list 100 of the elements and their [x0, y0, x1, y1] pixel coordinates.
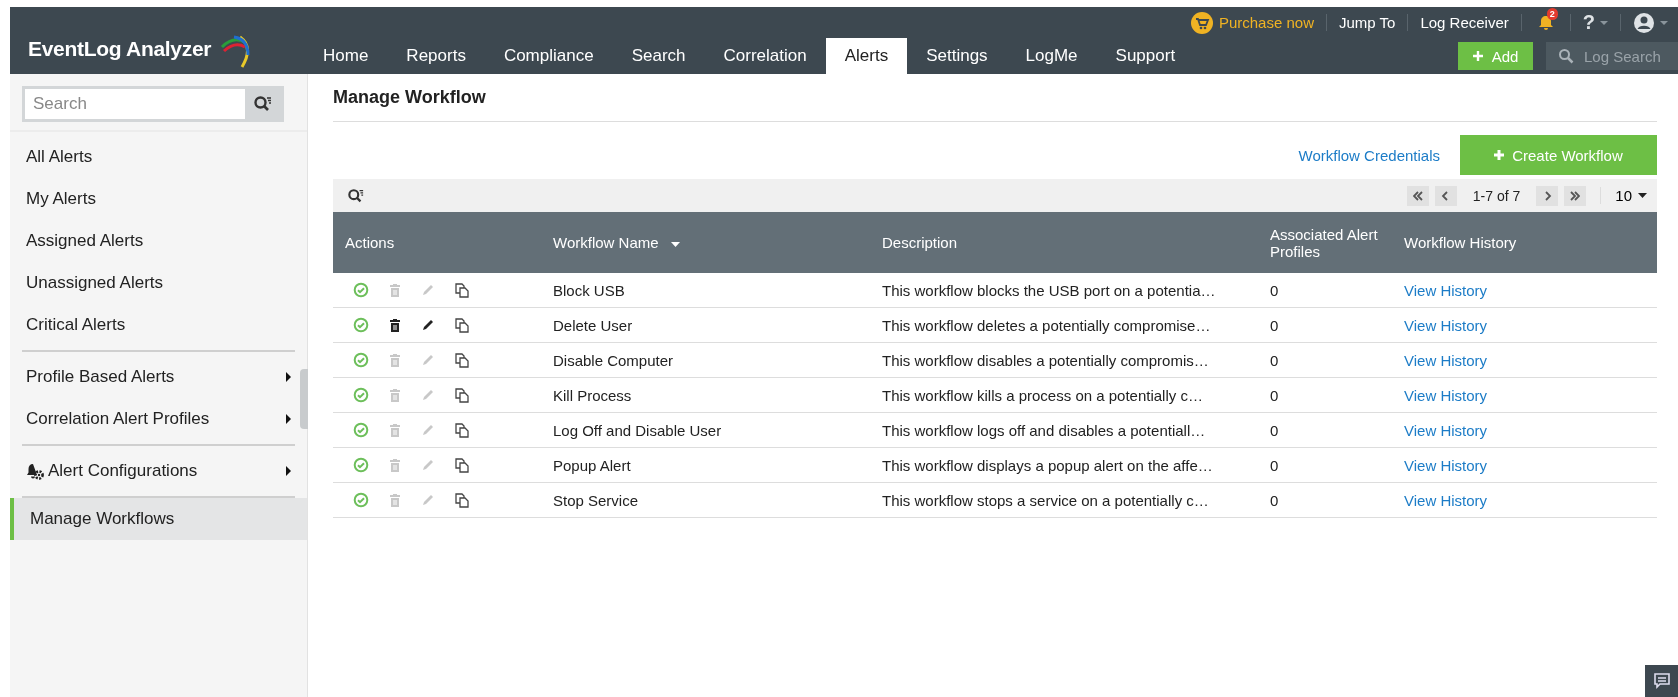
column-header: Associated Alert Profiles: [1270, 225, 1378, 260]
header-link[interactable]: Log Receiver: [1420, 14, 1509, 31]
column-header: Actions: [345, 234, 395, 251]
caret-icon: [1638, 193, 1647, 198]
nav-tab[interactable]: Search: [612, 38, 705, 74]
column-header[interactable]: Workflow Name: [553, 234, 659, 251]
table-cell: 0: [1270, 316, 1279, 334]
plus-icon: [1494, 150, 1505, 160]
search-filter-icon[interactable]: [347, 187, 365, 204]
sidebar-item[interactable]: My Alerts: [22, 178, 295, 220]
sidebar-item[interactable]: Correlation Alert Profiles: [22, 398, 295, 440]
copy-icon[interactable]: [455, 422, 469, 438]
table-cell: This workflow displays a popup alert on the affe…: [882, 456, 1213, 474]
nav-tab[interactable]: Reports: [387, 38, 485, 74]
table-cell: Disable Computer: [553, 351, 674, 369]
search-icon: [1558, 48, 1574, 64]
search-filter-icon: [253, 95, 273, 113]
notification-badge: 2: [1546, 8, 1558, 20]
nav-tab[interactable]: Support: [1096, 38, 1195, 74]
nav-tab[interactable]: Alerts: [825, 38, 908, 74]
sidebar-item[interactable]: Manage Workflows: [10, 498, 307, 540]
first-page-icon: [1412, 190, 1423, 201]
page-size-dropdown[interactable]: 10: [1600, 187, 1657, 204]
enabled-check-icon[interactable]: [353, 422, 369, 438]
nav-tab[interactable]: Home: [304, 38, 388, 74]
copy-icon[interactable]: [455, 457, 469, 473]
cart-icon: [1190, 11, 1213, 34]
caret-icon: [1660, 20, 1668, 25]
plus-icon: [1472, 51, 1483, 61]
next-page-icon: [1542, 190, 1553, 201]
table-cell: This workflow kills a process on a potentially c…: [882, 386, 1203, 404]
sidebar-item[interactable]: Assigned Alerts: [22, 220, 295, 262]
nav-tab[interactable]: Compliance: [484, 38, 613, 74]
table-cell: Delete User: [553, 316, 633, 334]
enabled-check-icon[interactable]: [353, 282, 369, 298]
table-cell: Stop Service: [553, 491, 639, 509]
log-search-field[interactable]: Log Search: [1546, 42, 1678, 70]
previous-page-icon: [1440, 190, 1451, 201]
purchase-link[interactable]: Purchase now: [1190, 11, 1314, 34]
search-field[interactable]: Search: [25, 89, 245, 119]
table-cell: Popup Alert: [553, 456, 631, 474]
table-cell: 0: [1270, 351, 1279, 369]
view-history-link[interactable]: View History: [1404, 456, 1488, 474]
trash-icon[interactable]: [389, 318, 401, 332]
enabled-check-icon[interactable]: [353, 457, 369, 473]
table-cell: Kill Process: [553, 386, 632, 404]
bell-gear-icon: [26, 462, 44, 480]
table-cell: This workflow blocks the USB port on a potentia…: [882, 281, 1216, 299]
view-history-link[interactable]: View History: [1404, 281, 1488, 299]
view-history-link[interactable]: View History: [1404, 421, 1488, 439]
table-cell: This workflow disables a potentially compromis…: [882, 351, 1209, 369]
enabled-check-icon[interactable]: [353, 387, 369, 403]
table-cell: This workflow stops a service on a potentially c…: [882, 491, 1209, 509]
chat-icon: [1651, 671, 1672, 691]
enabled-check-icon[interactable]: [353, 492, 369, 508]
header-link[interactable]: Jump To: [1338, 14, 1396, 31]
column-header: Description: [882, 234, 958, 251]
table-cell: This workflow deletes a potentially compromise…: [882, 316, 1211, 334]
table-cell: Log Off and Disable User: [553, 421, 722, 439]
nav-tab[interactable]: Settings: [907, 38, 1007, 74]
nav-tab[interactable]: Correlation: [704, 38, 826, 74]
next-page-button[interactable]: [1536, 185, 1559, 206]
copy-icon[interactable]: [455, 492, 469, 508]
table-cell: 0: [1270, 386, 1279, 404]
last-page-button[interactable]: [1564, 185, 1587, 206]
first-page-button[interactable]: [1406, 185, 1429, 206]
caret-icon: [1600, 20, 1608, 25]
table-cell: This workflow logs off and disables a potentiall…: [882, 421, 1206, 439]
chat-button[interactable]: [1645, 665, 1678, 697]
table-cell: 0: [1270, 491, 1279, 509]
user-menu[interactable]: [1633, 11, 1668, 34]
copy-icon[interactable]: [455, 352, 469, 368]
copy-icon[interactable]: [455, 387, 469, 403]
enabled-check-icon[interactable]: [353, 352, 369, 368]
sidebar-item[interactable]: Unassigned Alerts: [22, 262, 295, 304]
copy-icon[interactable]: [455, 317, 469, 333]
sidebar-item[interactable]: All Alerts: [22, 136, 295, 178]
table-cell: 0: [1270, 421, 1279, 439]
view-history-link[interactable]: View History: [1404, 351, 1488, 369]
page-range: 1-7 of 7: [1471, 187, 1522, 204]
view-history-link[interactable]: View History: [1404, 316, 1488, 334]
copy-icon[interactable]: [455, 282, 469, 298]
collapse-handle[interactable]: [300, 369, 308, 429]
app-logo[interactable]: EventLog Analyzer: [28, 37, 212, 61]
nav-tab[interactable]: LogMe: [1006, 38, 1097, 74]
sidebar-item[interactable]: Critical Alerts: [22, 304, 295, 346]
help-menu[interactable]: ?: [1582, 11, 1608, 34]
pencil-icon[interactable]: [421, 318, 435, 332]
view-history-link[interactable]: View History: [1404, 491, 1488, 509]
workflow-credentials-link[interactable]: Workflow Credentials: [1298, 146, 1440, 164]
sidebar-item[interactable]: Profile Based Alerts: [22, 356, 295, 398]
enabled-check-icon[interactable]: [353, 317, 369, 333]
sidebar-item[interactable]: Alert Configurations: [22, 450, 295, 492]
previous-page-button[interactable]: [1434, 185, 1457, 206]
column-header: Workflow History: [1404, 234, 1517, 251]
table-cell: 0: [1270, 281, 1279, 299]
user-avatar-icon: [1633, 11, 1655, 34]
sort-caret-icon[interactable]: [670, 241, 680, 247]
view-history-link[interactable]: View History: [1404, 386, 1488, 404]
table-cell: Block USB: [553, 281, 625, 299]
